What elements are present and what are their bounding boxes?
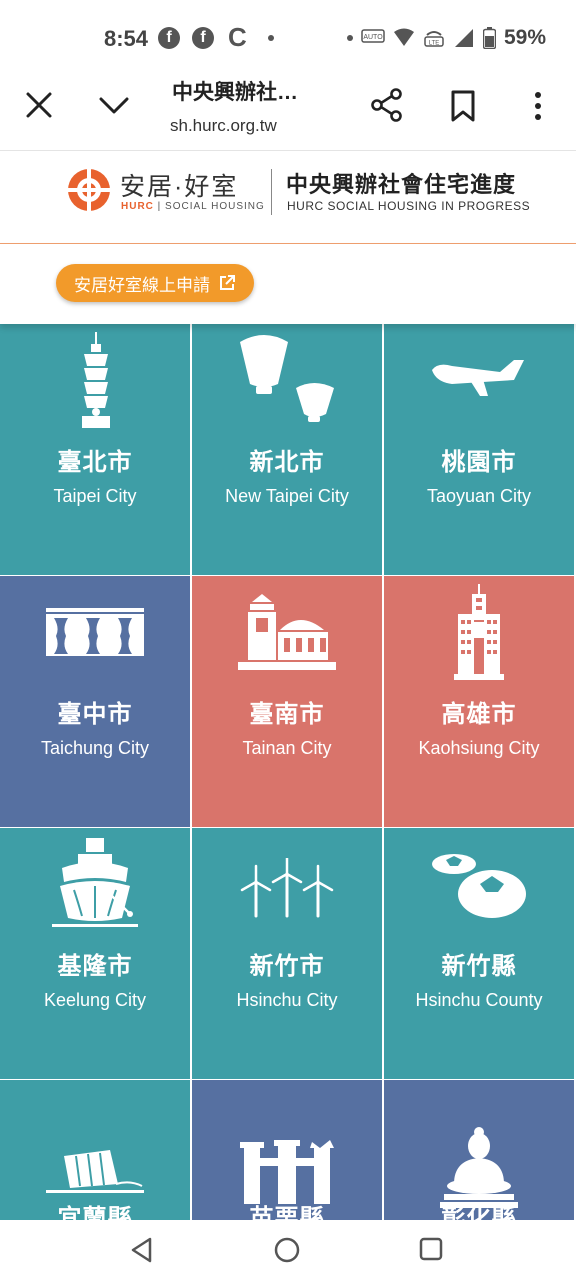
city-tile-hsinchu-county[interactable]: 新竹縣 Hsinchu County: [384, 828, 574, 1079]
bookmark-icon[interactable]: [450, 90, 476, 122]
battery-percent: 59%: [503, 26, 546, 49]
kiln-ruins-icon: [240, 1140, 334, 1204]
notification-dot: [346, 35, 353, 41]
city-name-zh: 新竹市: [249, 953, 325, 980]
header-divider: [271, 169, 272, 215]
signal-icon: [454, 29, 473, 47]
city-name-en: Tainan City: [242, 738, 332, 758]
share-icon[interactable]: [370, 88, 404, 122]
city-tile-tainan[interactable]: 臺南市 Tainan City: [192, 576, 382, 827]
airplane-icon: [432, 360, 524, 396]
status-bar: 8:54 f f C AUTO LTE 59%: [0, 0, 576, 72]
volte-icon: LTE: [424, 31, 444, 47]
city-name-zh: 臺南市: [249, 701, 325, 728]
home-icon[interactable]: [272, 1235, 302, 1265]
recents-icon[interactable]: [418, 1236, 444, 1262]
facebook-icon: f: [158, 27, 180, 49]
city-tile-taichung[interactable]: 臺中市 Taichung City: [0, 576, 190, 827]
facebook-icon: f: [192, 27, 214, 49]
page-url[interactable]: sh.hurc.org.tw: [170, 116, 277, 136]
city-name-en: Hsinchu County: [415, 990, 543, 1010]
ship-icon: [52, 838, 138, 927]
site-title-en: HURC SOCIAL HOUSING IN PROGRESS: [287, 199, 531, 213]
taipei-101-icon: [82, 332, 110, 428]
tower-85-icon: [454, 584, 504, 680]
city-name-zh: 桃園市: [441, 449, 517, 476]
city-name-en: New Taipei City: [225, 486, 349, 506]
city-name-zh: 基隆市: [57, 953, 133, 980]
opera-house-icon: [46, 608, 144, 656]
city-tile-miaoli[interactable]: 苗栗縣: [192, 1080, 382, 1220]
fort-icon: [238, 594, 336, 670]
city-name-en: Taoyuan City: [426, 486, 532, 506]
city-tile-taipei[interactable]: 臺北市 Taipei City: [0, 324, 190, 575]
svg-text:AUTO: AUTO: [363, 34, 383, 41]
brand-name: 安居·好室: [120, 173, 239, 201]
city-name-en: Taichung City: [40, 738, 150, 758]
external-link-icon: [220, 275, 235, 290]
city-tile-kaohsiung[interactable]: 高雄市 Kaohsiung City: [384, 576, 574, 827]
close-icon[interactable]: [24, 90, 54, 120]
city-name-en: Hsinchu City: [236, 990, 338, 1010]
city-tile-taoyuan[interactable]: 桃園市 Taoyuan City: [384, 324, 574, 575]
city-tile-keelung[interactable]: 基隆市 Keelung City: [0, 828, 190, 1079]
city-name-zh: 彰化縣: [441, 1205, 517, 1220]
city-name-zh: 宜蘭縣: [57, 1205, 133, 1220]
brand-sub-rest: SOCIAL HOUSING: [165, 201, 265, 212]
buddha-statue-icon: [440, 1127, 518, 1208]
status-icons: AUTO LTE 59%: [346, 24, 546, 52]
apply-online-button[interactable]: 安居好室線上申請: [56, 264, 254, 302]
wifi-icon: [393, 28, 414, 46]
battery-icon: [482, 27, 496, 49]
city-grid: 臺北市 Taipei City 新北市 New Taipei City 桃園市 …: [0, 324, 576, 1220]
logo-icon[interactable]: [66, 167, 112, 213]
tilted-building-icon: [46, 1150, 144, 1193]
city-name-zh: 臺中市: [57, 701, 133, 728]
apply-online-label: 安居好室線上申請: [74, 275, 210, 295]
city-name-en: Taipei City: [53, 486, 137, 506]
more-vert-icon[interactable]: [528, 90, 548, 122]
city-name-zh: 高雄市: [441, 701, 517, 728]
brand-sub-hurc: HURC: [121, 201, 154, 212]
city-name-en: Kaohsiung City: [418, 738, 540, 758]
city-tile-new-taipei[interactable]: 新北市 New Taipei City: [192, 324, 382, 575]
city-tile-changhua[interactable]: 彰化縣: [384, 1080, 574, 1220]
wind-turbine-icon: [240, 858, 334, 918]
notification-dot: [268, 35, 274, 41]
auto-hd-icon: AUTO: [361, 29, 385, 43]
brand-subtitle: HURC | SOCIAL HOUSING: [121, 201, 265, 212]
sky-lantern-icon: [240, 335, 334, 422]
city-name-zh: 臺北市: [57, 449, 133, 476]
status-time: 8:54: [104, 26, 149, 51]
browser-toolbar: 中央興辦社… sh.hurc.org.tw: [0, 72, 576, 150]
site-header: 安居·好室 HURC | SOCIAL HOUSING 中央興辦社會住宅進度 H…: [0, 150, 576, 245]
city-name-zh: 新竹縣: [441, 953, 517, 980]
city-name-en: Keelung City: [43, 990, 147, 1010]
chevron-down-icon[interactable]: [98, 94, 130, 118]
city-name-zh: 新北市: [249, 449, 325, 476]
city-name-zh: 苗栗縣: [249, 1205, 325, 1220]
page-title[interactable]: 中央興辦社…: [172, 76, 342, 106]
site-title: 中央興辦社會住宅進度: [286, 172, 517, 197]
back-icon[interactable]: [128, 1236, 156, 1264]
city-tile-hsinchu-city[interactable]: 新竹市 Hsinchu City: [192, 828, 382, 1079]
system-nav-bar: [0, 1220, 576, 1280]
svg-text:LTE: LTE: [429, 41, 440, 47]
city-tile-yilan[interactable]: 宜蘭縣: [0, 1080, 190, 1220]
c-app-icon: C: [228, 22, 247, 52]
persimmon-icon: [432, 854, 526, 918]
cta-area: 安居好室線上申請: [0, 244, 576, 324]
